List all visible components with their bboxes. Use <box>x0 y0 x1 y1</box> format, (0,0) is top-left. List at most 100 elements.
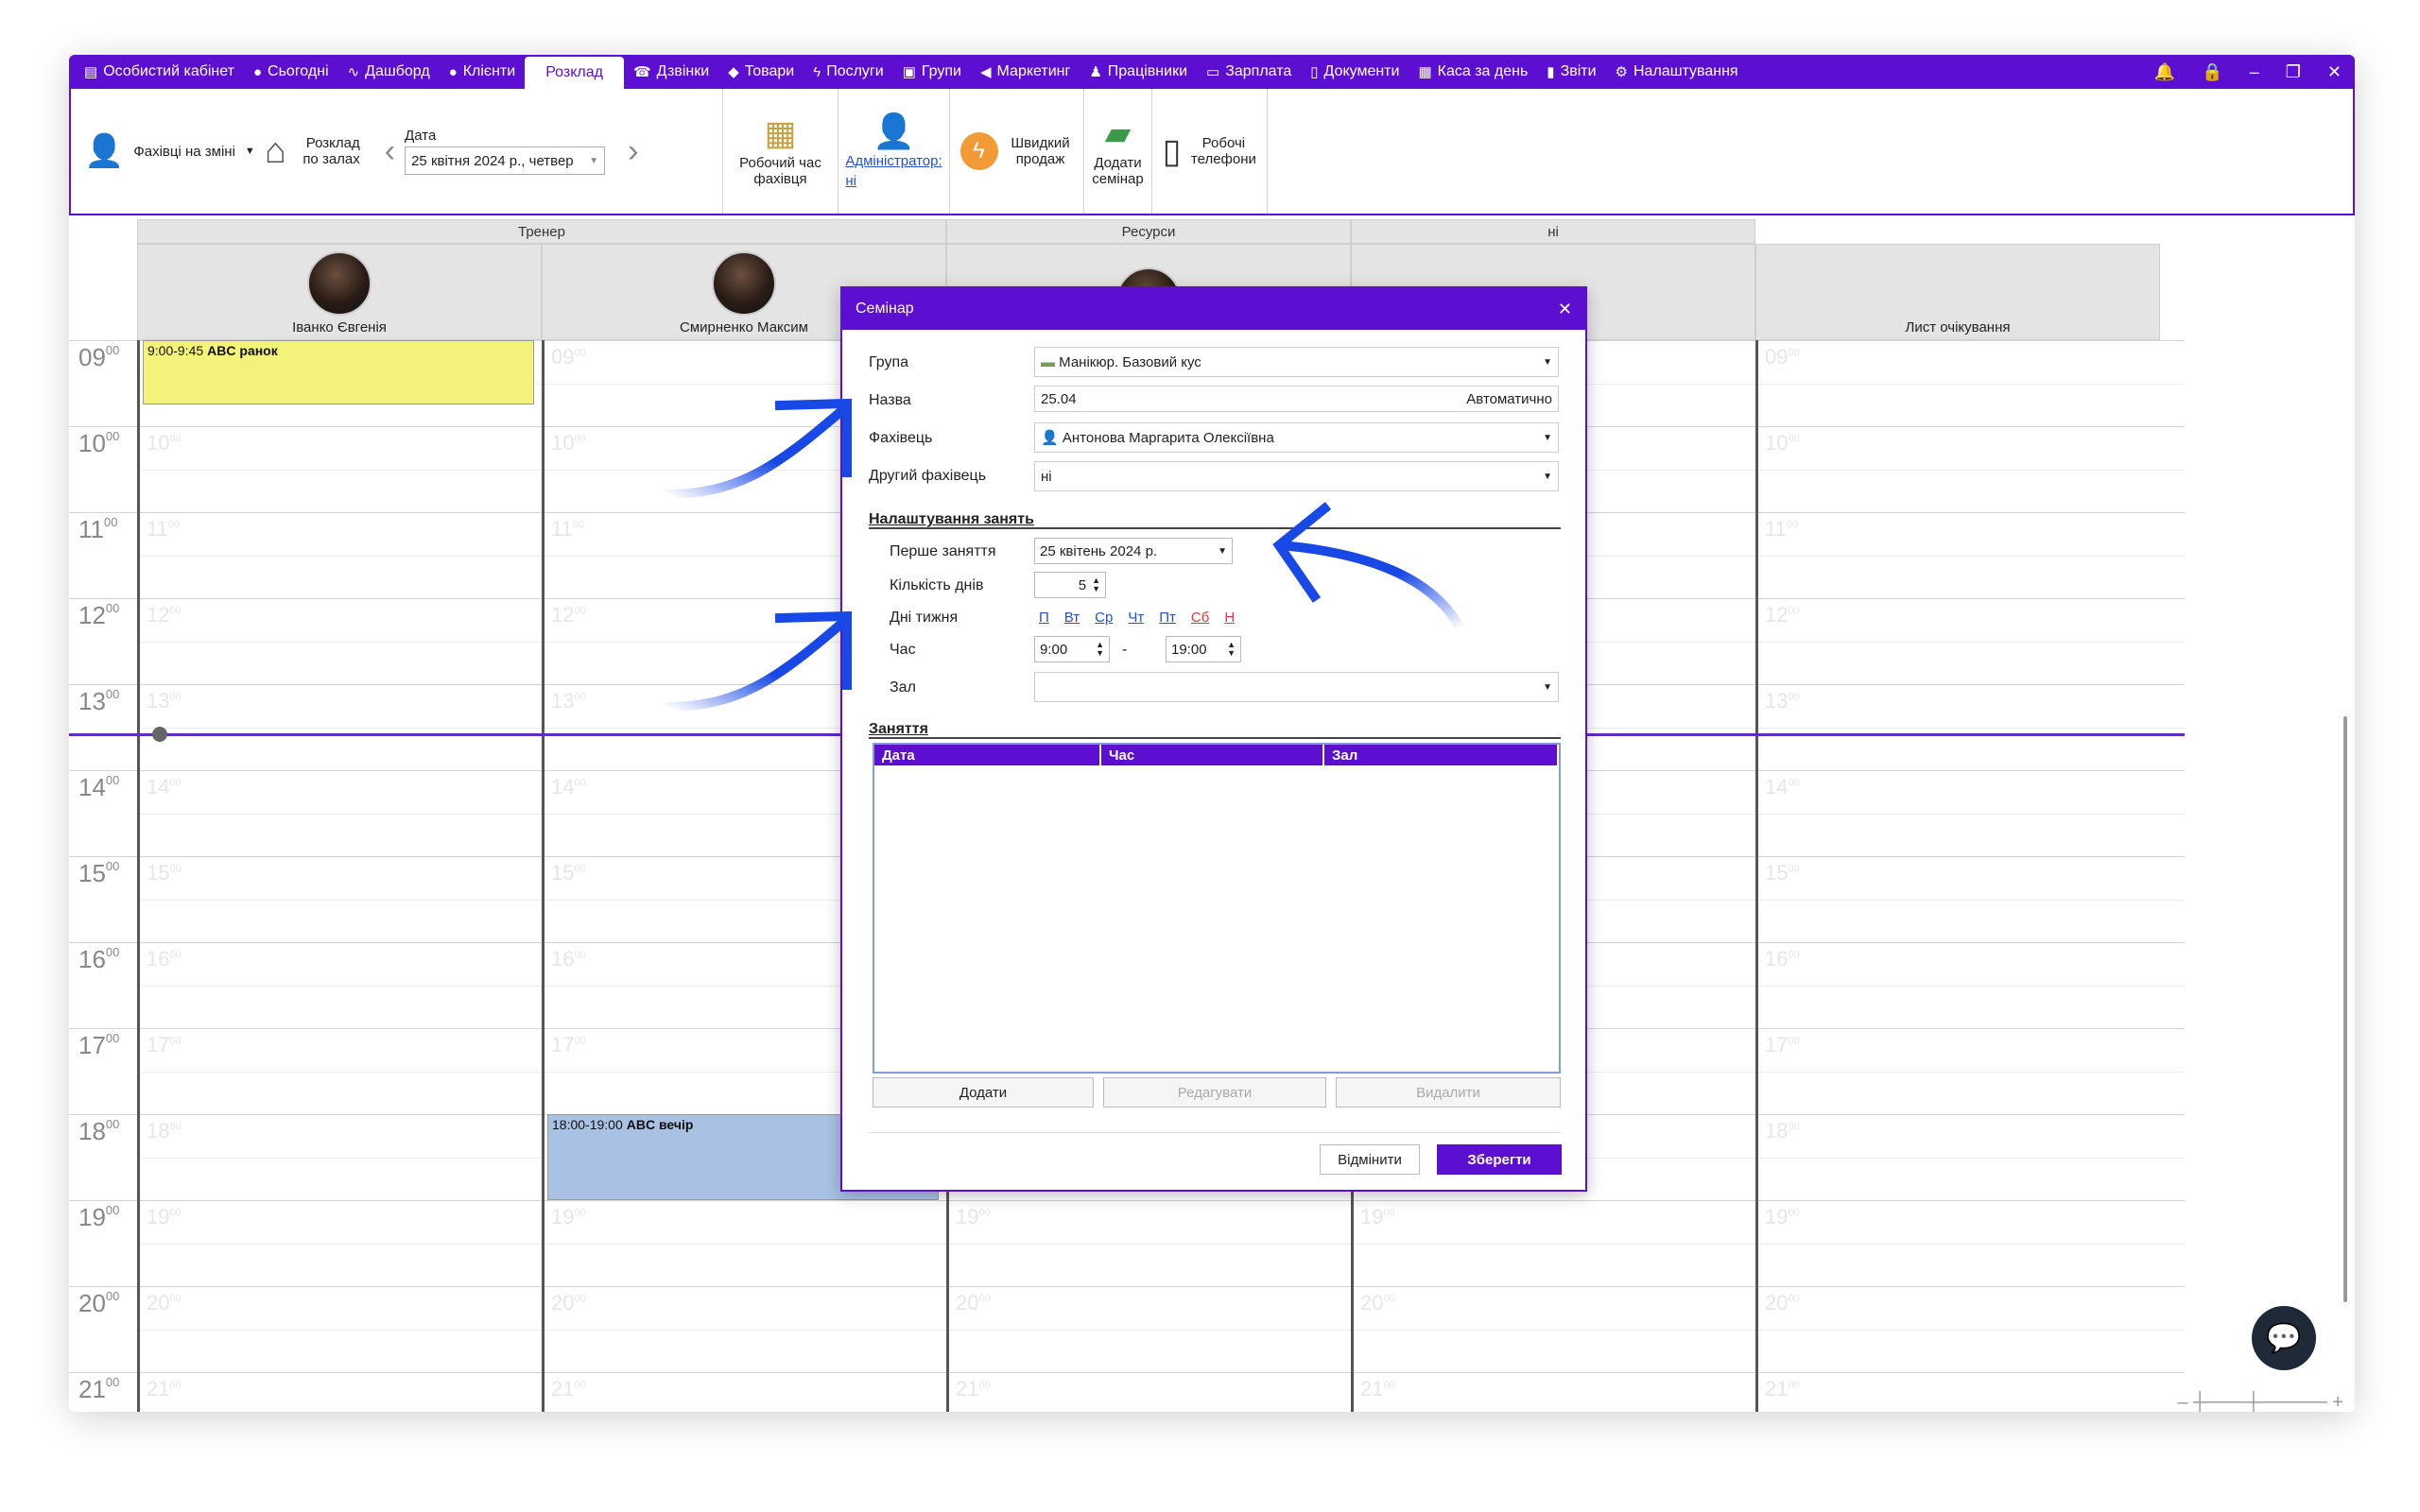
menu-item-15[interactable]: ⚙ Налаштування <box>1606 55 1748 89</box>
weekday-link[interactable]: Вт <box>1064 610 1080 626</box>
weekday-link[interactable]: П <box>1039 610 1049 626</box>
menu-item-label: Групи <box>921 63 961 79</box>
menu-item-label: Особистий кабінет <box>103 63 234 79</box>
add-seminar-button[interactable]: ▰ Додати семінар <box>1090 115 1147 188</box>
chevron-down-icon[interactable]: ▼ <box>589 156 598 166</box>
spinner-icon[interactable]: ▲ ▼ <box>1227 641 1236 658</box>
user-circle-icon: ● <box>448 63 458 80</box>
menu-item-0[interactable]: ▤ Особистий кабінет <box>75 55 244 89</box>
menu-item-9[interactable]: ◀ Маркетинг <box>971 55 1080 89</box>
menu-item-12[interactable]: ▯ Документи <box>1301 55 1409 89</box>
hall-select[interactable]: ▼ <box>1034 672 1559 702</box>
delete-lesson-button[interactable]: Видалити <box>1336 1077 1561 1108</box>
quick-sale-button[interactable]: Швидкий продаж <box>1008 135 1074 167</box>
menu-item-2[interactable]: ∿ Дашборд <box>338 55 440 89</box>
time-from-stepper[interactable]: 9:00 ▲ ▼ <box>1034 636 1110 662</box>
cancel-button[interactable]: Відмінити <box>1320 1144 1420 1175</box>
lessons-table[interactable]: Дата Час Зал <box>873 743 1561 1074</box>
ghost-minute-value: 00 <box>1786 519 1799 531</box>
hour-label: 2000 <box>78 1289 119 1318</box>
schedule-column-header[interactable]: Іванко Євгенія <box>137 244 542 340</box>
second-specialist-select[interactable]: ні ▼ <box>1034 461 1559 491</box>
chevron-down-icon[interactable]: ▼ <box>1543 472 1552 482</box>
ghost-hour-value: 20 <box>1360 1291 1384 1314</box>
menu-item-14[interactable]: ▮ Звіти <box>1537 55 1605 89</box>
close-icon[interactable]: ✕ <box>2327 62 2342 82</box>
weekday-link[interactable]: Пт <box>1159 610 1176 626</box>
ghost-hour-value: 15 <box>551 861 575 885</box>
auto-label[interactable]: Автоматично <box>1466 391 1552 407</box>
ghost-hour-value: 11 <box>1765 517 1787 541</box>
dialog-close-icon[interactable]: ✕ <box>1558 300 1572 319</box>
minute-value: 00 <box>105 1289 120 1303</box>
vertical-scrollbar[interactable] <box>2343 716 2347 1302</box>
ghost-hour-label: 1600 <box>1765 947 1800 971</box>
lessons-column-header[interactable]: Час <box>1101 745 1324 765</box>
work-phones-button[interactable]: Робочі телефони <box>1190 135 1256 167</box>
chevron-down-icon[interactable]: ▼ <box>1543 682 1552 693</box>
menu-item-1[interactable]: ● Сьогодні <box>244 55 338 89</box>
chat-bubble-icon[interactable]: 💬 <box>2252 1306 2316 1370</box>
group-select[interactable]: ▬ Манікюр. Базовий кус ▼ <box>1034 347 1559 377</box>
menu-item-11[interactable]: ▭ Зарплата <box>1197 55 1301 89</box>
ghost-minute-value: 00 <box>574 1379 586 1391</box>
menu-item-5[interactable]: ☎ Дзвінки <box>624 55 718 89</box>
minimize-icon[interactable]: – <box>2250 62 2259 82</box>
ghost-minute-value: 00 <box>1383 1379 1395 1391</box>
chevron-down-icon[interactable]: ▼ <box>1543 357 1552 368</box>
days-count-stepper[interactable]: 5 ▲ ▼ <box>1034 572 1106 598</box>
chevron-down-icon[interactable]: ▼ <box>1218 546 1227 557</box>
date-input[interactable]: 25 квітня 2024 р., четвер ▼ <box>405 146 606 175</box>
name-input[interactable]: 25.04 Автоматично <box>1034 386 1559 412</box>
work-time-button[interactable]: ▦ Робочий час фахівця <box>735 115 826 188</box>
bell-icon[interactable]: 🔔 <box>2154 62 2175 82</box>
weekday-link[interactable]: Чт <box>1128 610 1144 626</box>
save-button[interactable]: Зберегти <box>1437 1144 1562 1175</box>
weekday-link[interactable]: Ср <box>1095 610 1113 626</box>
schedule-by-halls-button[interactable]: Розклад по залах <box>296 135 359 167</box>
ghost-hour-value: 21 <box>551 1377 575 1400</box>
specialist-select[interactable]: 👤 Антонова Маргарита Олексіївна ▼ <box>1034 422 1559 453</box>
toolbar-group-quick-sale: ϟ Швидкий продаж <box>950 89 1084 214</box>
menu-item-label: Звіти <box>1560 63 1597 79</box>
chevron-down-icon[interactable]: ▼ <box>245 146 255 157</box>
time-to-stepper[interactable]: 19:00 ▲ ▼ <box>1166 636 1241 662</box>
toolbar-group-seminar: ▰ Додати семінар <box>1084 89 1152 214</box>
admin-button[interactable]: 👤 Адміністратор: ні <box>845 113 942 190</box>
spinner-icon[interactable]: ▲ ▼ <box>1092 576 1100 593</box>
menu-item-13[interactable]: ▦ Каса за день <box>1409 55 1537 89</box>
add-lesson-button[interactable]: Додати <box>873 1077 1094 1108</box>
admin-label[interactable]: Адміністратор: <box>845 153 942 169</box>
edit-lesson-button[interactable]: Редагувати <box>1103 1077 1326 1108</box>
menu-item-7[interactable]: ϟ Послуги <box>804 55 892 89</box>
staff-on-shift-button[interactable]: Фахівці на зміні <box>133 144 235 160</box>
minute-value: 00 <box>105 773 120 787</box>
ghost-hour-label: 2100 <box>1765 1377 1800 1401</box>
ghost-hour-value: 20 <box>1765 1291 1789 1314</box>
first-lesson-date-picker[interactable]: 25 квітень 2024 р. ▼ <box>1034 538 1233 564</box>
menu-item-3[interactable]: ● Клієнти <box>440 55 526 89</box>
restore-icon[interactable]: ❐ <box>2286 62 2301 82</box>
chevron-down-icon[interactable]: ▼ <box>1543 433 1552 443</box>
menu-item-8[interactable]: ▣ Групи <box>893 55 971 89</box>
admin-value[interactable]: ні <box>845 173 856 189</box>
menu-item-4[interactable]: Розклад <box>525 57 624 89</box>
lessons-column-header[interactable]: Зал <box>1324 745 1559 765</box>
weekday-link[interactable]: Сб <box>1191 610 1209 626</box>
spinner-icon[interactable]: ▲ ▼ <box>1096 641 1104 658</box>
hour-label: 1500 <box>78 859 119 888</box>
ghost-hour-label: 1700 <box>1765 1033 1800 1057</box>
ghost-hour-label: 1200 <box>147 603 182 627</box>
menu-item-10[interactable]: ♟ Працівники <box>1080 55 1197 89</box>
next-date-icon[interactable]: › <box>628 133 638 170</box>
ghost-hour-value: 21 <box>1765 1377 1789 1400</box>
weekday-link[interactable]: Н <box>1224 610 1235 626</box>
lock-icon[interactable]: 🔒 <box>2202 62 2222 82</box>
zoom-slider[interactable]: – ┼───┼───── + <box>2177 1392 2343 1412</box>
schedule-event[interactable]: 9:00-9:45 ABC ранок <box>143 340 534 404</box>
prev-date-icon[interactable]: ‹ <box>385 133 395 170</box>
ghost-hour-value: 17 <box>1765 1033 1789 1057</box>
lessons-column-header[interactable]: Дата <box>874 745 1101 765</box>
menu-item-6[interactable]: ◆ Товари <box>718 55 804 89</box>
schedule-column-header[interactable]: Лист очікування <box>1755 244 2160 340</box>
